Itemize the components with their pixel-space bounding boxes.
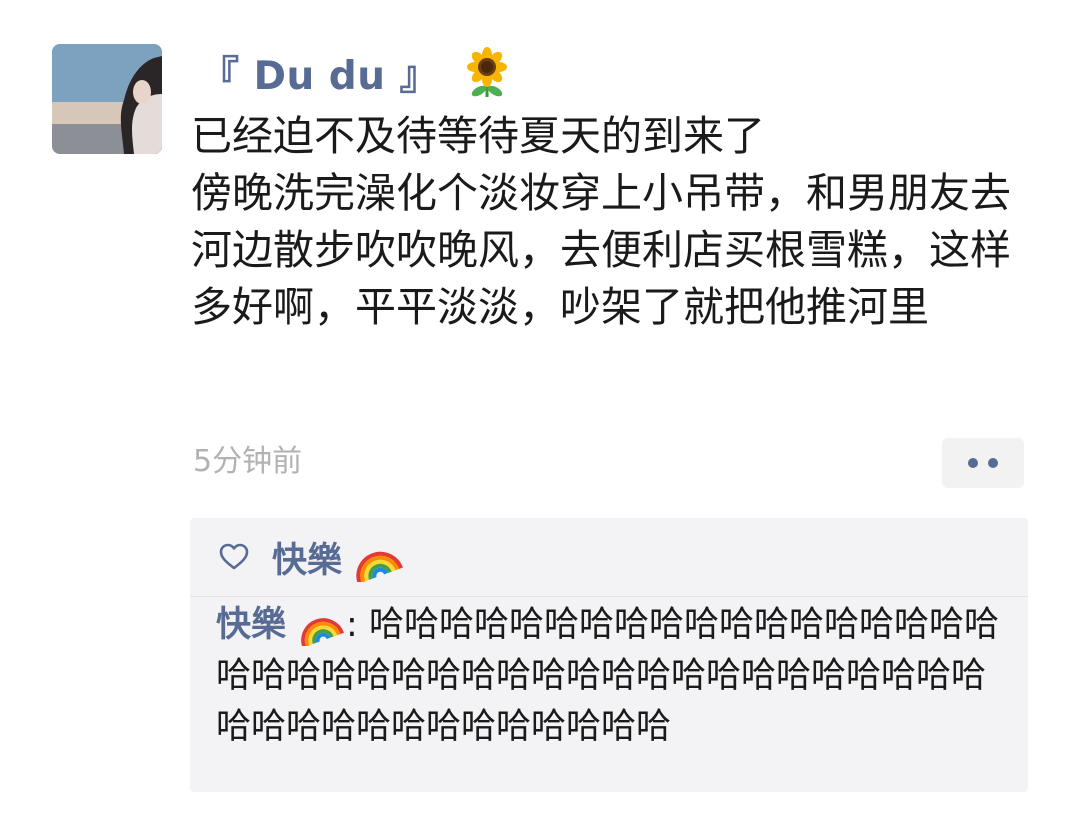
sunflower-icon (467, 47, 508, 97)
rainbow-icon (301, 618, 345, 646)
rainbow-icon (356, 551, 403, 582)
avatar-photo (52, 44, 162, 154)
more-dot-icon (968, 458, 978, 468)
commenter-name[interactable]: 快樂 (216, 605, 286, 645)
more-dot-icon (988, 458, 998, 468)
post-timestamp: 5分钟前 (193, 444, 303, 479)
avatar[interactable] (52, 44, 162, 154)
liker-name[interactable]: 快樂 (272, 532, 342, 583)
username[interactable]: 『 Du du 』 (200, 45, 439, 101)
comment[interactable]: 快樂: 哈哈哈哈哈哈哈哈哈哈哈哈哈哈哈哈哈哈哈哈哈哈哈哈哈哈哈哈哈哈哈哈哈哈哈哈… (216, 600, 1016, 753)
heart-outline-icon (219, 543, 249, 570)
post-header: 『 Du du 』 (200, 44, 511, 102)
likes-comments-panel: 快樂 快樂: 哈哈哈哈哈哈哈哈哈哈哈哈哈哈哈哈哈哈哈哈哈哈哈哈哈哈哈哈哈哈哈哈哈… (190, 518, 1028, 792)
likes-row: 快樂 (218, 528, 404, 586)
panel-divider (190, 596, 1028, 597)
more-actions-button[interactable] (942, 438, 1024, 488)
comment-separator: : (346, 605, 369, 645)
post-text: 已经迫不及待等待夏天的到来了 傍晚洗完澡化个淡妆穿上小吊带，和男朋友去河边散步吹… (191, 112, 1011, 331)
